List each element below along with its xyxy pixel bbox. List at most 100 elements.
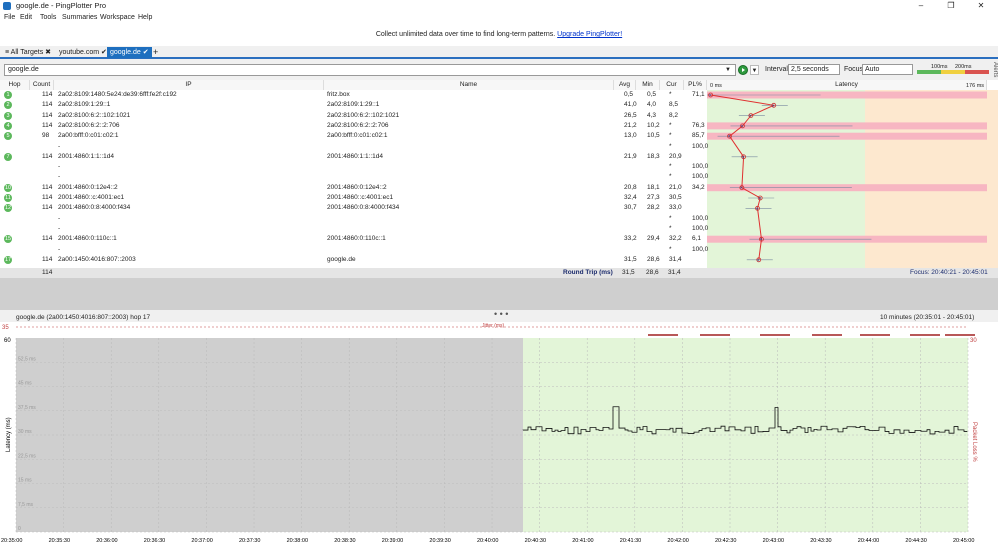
cur-latency-marker: ×	[740, 124, 743, 130]
jitter-label: Jitter (ms)	[482, 323, 505, 329]
x-tick-label: 20:35:00	[1, 538, 22, 544]
tab-youtube[interactable]: youtube.com ✔	[56, 47, 110, 58]
timeline-graph[interactable]: Jitter (ms) 35 52,5 ms 45 ms 37,5 ms 30 ms 22,…	[0, 322, 998, 545]
tab-strip: ≡ All Targets ✖ youtube.com ✔ google.de …	[0, 46, 998, 59]
tab-google[interactable]: google.de ✔	[107, 47, 152, 58]
name-cell: 2001:4860:1:1::1d4	[327, 152, 384, 160]
pl-cell: 100,0	[692, 245, 709, 253]
menu-file[interactable]: File	[4, 14, 15, 21]
ip-cell: -	[58, 214, 61, 222]
scale-good-bar	[917, 70, 941, 74]
count-cell: 114	[42, 235, 53, 243]
menu-workspace[interactable]: Workspace	[100, 14, 135, 21]
pl-cell: 100,0	[692, 173, 709, 181]
count-cell: 114	[42, 204, 53, 212]
avg-cell: 31,5	[624, 255, 637, 263]
summary-cur: 31,4	[668, 269, 681, 276]
cur-cell: 33,0	[669, 204, 682, 212]
min-cell: 27,3	[647, 194, 660, 201]
pl-cell: 71,1	[692, 91, 705, 98]
interval-select[interactable]: 2,5 seconds	[788, 64, 840, 75]
avg-cell: 21,2	[624, 121, 637, 129]
col-avg[interactable]: Avg	[614, 80, 636, 90]
y-axis-label: Latency (ms)	[6, 417, 12, 452]
cur-cell: 20,9	[669, 152, 682, 160]
cur-latency-marker: ×	[757, 258, 760, 264]
name-cell: 2a02:8100:6:2::2:706	[327, 121, 389, 129]
min-cell: 18,3	[647, 152, 660, 160]
col-name[interactable]: Name	[324, 80, 614, 90]
min-cell: 4,3	[647, 111, 657, 119]
name-cell: 2a02:8109:1:29::1	[327, 101, 380, 109]
col-min[interactable]: Min	[636, 80, 660, 90]
ip-cell: 2a00:1450:4016:807::2003	[58, 255, 136, 263]
menu-tools[interactable]: Tools	[40, 14, 56, 21]
cur-cell: 30,5	[669, 194, 682, 201]
splitter-handle[interactable]: • • •	[494, 309, 508, 319]
cur-latency-marker: ×	[758, 196, 761, 202]
upgrade-link[interactable]: Upgrade PingPlotter!	[557, 31, 622, 38]
cur-latency-marker: ×	[742, 155, 745, 161]
hop-status-icon: 11	[4, 194, 12, 202]
target-dropdown-icon[interactable]: ▼	[722, 64, 734, 76]
close-button[interactable]: ✕	[966, 0, 996, 12]
y-tick-label: 52,5 ms	[18, 356, 36, 362]
name-cell: fritz.box	[327, 91, 350, 98]
avg-cell: 30,7	[624, 204, 637, 212]
col-count[interactable]: Count	[30, 80, 54, 90]
y-max-label: 60	[4, 338, 11, 344]
x-tick-label: 20:44:00	[858, 538, 879, 544]
new-tab-button[interactable]: +	[150, 47, 161, 58]
latency-trace-graph: × × × × × × × × × × ×	[707, 91, 987, 264]
min-cell: 10,5	[647, 132, 660, 140]
x-tick-label: 20:42:00	[667, 538, 688, 544]
cur-latency-marker: ×	[709, 93, 712, 99]
app-icon	[3, 2, 11, 10]
cur-cell: *	[669, 245, 672, 253]
tab-label: youtube.com	[59, 49, 100, 56]
cur-latency-marker: ×	[759, 237, 762, 243]
pl-cell: 100,0	[692, 214, 709, 222]
y2-axis-label: Packet Loss %	[971, 422, 977, 462]
x-tick-label: 20:44:30	[905, 538, 926, 544]
target-input[interactable]: google.de	[4, 64, 736, 76]
x-tick-label: 20:40:30	[525, 538, 546, 544]
maximize-button[interactable]: ❐	[936, 0, 966, 12]
upgrade-banner: Collect unlimited data over time to find…	[0, 24, 998, 46]
name-cell: 2001:4860:0:110c::1	[327, 235, 386, 243]
play-options-dropdown[interactable]: ▼	[750, 65, 759, 75]
y2-max-label: 30	[970, 338, 977, 344]
minimize-button[interactable]: –	[906, 0, 936, 12]
x-tick-label: 20:43:30	[810, 538, 831, 544]
graph-range[interactable]: 10 minutes (20:35:01 - 20:45:01)	[880, 314, 974, 321]
x-tick-label: 20:41:30	[620, 538, 641, 544]
col-latency[interactable]: Latency	[707, 80, 987, 90]
alerts-side-tab[interactable]: Alerts	[986, 62, 998, 82]
hop-status-icon: 3	[4, 111, 12, 120]
cur-cell: *	[669, 91, 672, 98]
focus-select[interactable]: Auto	[862, 64, 913, 75]
play-button[interactable]	[738, 65, 748, 75]
x-tick-label: 20:35:30	[49, 538, 70, 544]
tab-label: All Targets	[10, 49, 44, 56]
tab-all-targets[interactable]: ≡ All Targets ✖	[2, 47, 54, 58]
col-ip[interactable]: IP	[54, 80, 324, 90]
menu-edit[interactable]: Edit	[20, 14, 32, 21]
window-title: google.de - PingPlotter Pro	[16, 1, 107, 10]
min-cell: 29,4	[647, 235, 660, 243]
close-tab-icon[interactable]: ✖	[45, 49, 51, 56]
col-cur[interactable]: Cur	[660, 80, 684, 90]
pl-cell: 6,1	[692, 235, 702, 243]
menu-summaries[interactable]: Summaries	[62, 14, 97, 21]
menu-help[interactable]: Help	[138, 14, 152, 21]
count-cell: 114	[42, 101, 53, 109]
y-tick-label: 45 ms	[18, 381, 32, 387]
col-hop[interactable]: Hop	[0, 80, 30, 90]
hop-status-icon: 12	[4, 204, 12, 213]
x-tick-label: 20:45:00	[953, 538, 974, 544]
x-tick-label: 20:41:00	[572, 538, 593, 544]
col-pl[interactable]: PL%	[684, 80, 707, 90]
count-cell: 114	[42, 91, 53, 98]
count-cell: 114	[42, 111, 53, 119]
empty-pane	[0, 278, 998, 310]
